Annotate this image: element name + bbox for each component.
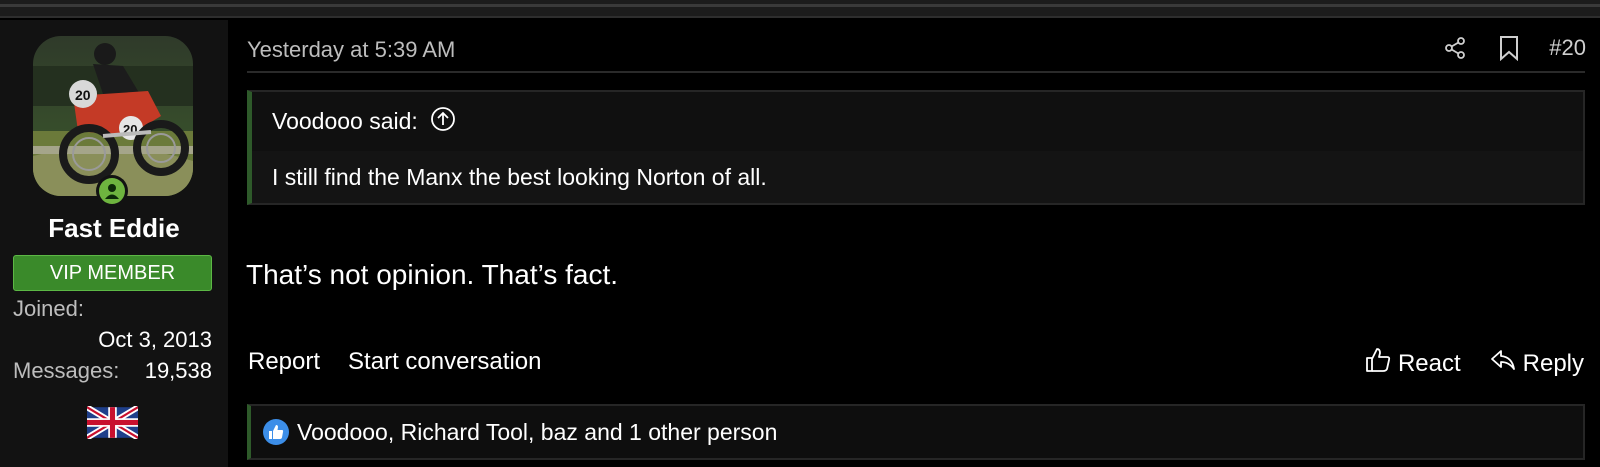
uk-flag-icon <box>85 404 140 441</box>
like-icon <box>263 419 289 445</box>
reply-icon <box>1489 346 1517 381</box>
start-conversation-link[interactable]: Start conversation <box>348 348 541 376</box>
quote-block: Voodooo said: I still find the Manx the … <box>247 90 1585 205</box>
avatar[interactable]: 20 20 <box>33 36 193 196</box>
post-header-actions: #20 <box>1441 34 1586 62</box>
joined-label: Joined: <box>13 296 84 321</box>
user-banner: VIP MEMBER <box>13 255 212 291</box>
post-footer-left: Report Start conversation <box>248 348 541 376</box>
thumbs-up-icon <box>1364 346 1392 381</box>
online-status-icon <box>96 175 128 207</box>
username[interactable]: Fast Eddie <box>0 213 228 244</box>
react-button[interactable]: React <box>1364 346 1461 381</box>
bookmark-icon[interactable] <box>1495 34 1523 62</box>
jump-to-quote-icon[interactable] <box>430 106 456 138</box>
reply-button[interactable]: Reply <box>1489 346 1584 381</box>
react-label: React <box>1397 349 1461 377</box>
quote-text: I still find the Manx the best looking N… <box>252 151 1583 203</box>
messages-label: Messages: <box>13 358 120 383</box>
header-divider <box>247 71 1585 73</box>
quote-author[interactable]: Voodooo said: <box>272 108 418 135</box>
svg-text:20: 20 <box>75 87 91 103</box>
post-message: That’s not opinion. That’s fact. <box>246 259 619 290</box>
reply-label: Reply <box>1522 349 1584 377</box>
post-date[interactable]: Yesterday at 5:39 AM <box>247 37 455 63</box>
messages-value[interactable]: 19,538 <box>145 358 212 384</box>
share-icon[interactable] <box>1441 34 1469 62</box>
reactions-bar[interactable]: Voodooo, Richard Tool, baz and 1 other p… <box>247 404 1585 460</box>
top-divider-bar <box>0 0 1600 18</box>
joined-value: Oct 3, 2013 <box>98 327 212 352</box>
post-number[interactable]: #20 <box>1549 35 1586 61</box>
quote-header: Voodooo said: <box>252 92 1583 151</box>
reactions-text[interactable]: Voodooo, Richard Tool, baz and 1 other p… <box>297 419 777 446</box>
post-footer-right: React Reply <box>1364 346 1584 381</box>
report-link[interactable]: Report <box>248 348 320 376</box>
